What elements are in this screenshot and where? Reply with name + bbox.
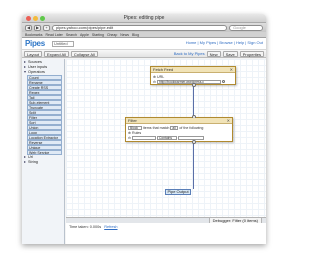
bookmark-item[interactable]: Cheap bbox=[107, 32, 117, 37]
input-port[interactable] bbox=[222, 80, 226, 83]
back-icon[interactable]: ◀ bbox=[25, 24, 32, 31]
module-header[interactable]: Filter ✕ bbox=[126, 118, 232, 124]
top-nav-links[interactable]: Home | My Pipes | Browse | Help | Sign O… bbox=[186, 40, 263, 45]
pipe-output-module[interactable]: Pipe Output bbox=[165, 189, 191, 195]
editor-area: ▸ Sources ▸ User inputs ▾ Operators Count R… bbox=[22, 59, 266, 244]
filter-module[interactable]: Filter ✕ Block items that match all of t… bbox=[125, 115, 233, 144]
expand-all-button[interactable]: Expand All bbox=[44, 50, 69, 57]
bookmark-item[interactable]: Starting bbox=[92, 32, 104, 37]
category-string[interactable]: ▸ String bbox=[22, 160, 64, 165]
forward-icon[interactable]: ▶ bbox=[34, 24, 41, 31]
properties-button[interactable]: Properties bbox=[239, 50, 264, 57]
save-button[interactable]: Save bbox=[222, 50, 238, 57]
close-icon[interactable]: ✕ bbox=[230, 67, 233, 72]
bookmark-item[interactable]: Apple bbox=[80, 32, 89, 37]
rule-value-input[interactable] bbox=[178, 135, 205, 140]
remove-field-icon[interactable]: ⊖ bbox=[153, 80, 156, 84]
rule-field-input[interactable] bbox=[132, 135, 157, 140]
add-field-icon[interactable]: ⊕ bbox=[153, 75, 156, 79]
module-title: Fetch Feed bbox=[153, 67, 174, 72]
output-port[interactable] bbox=[192, 140, 196, 144]
filter-mode-select[interactable]: Block bbox=[128, 125, 142, 130]
browser-window: Pipes: editing pipe ◀ ▶ + pipes.yahoo.co… bbox=[22, 14, 266, 244]
filter-items-text: items that match bbox=[143, 125, 170, 130]
add-bookmark-icon[interactable]: + bbox=[43, 24, 50, 31]
time-taken-text: Time taken: 0.000s bbox=[69, 225, 102, 229]
refresh-link[interactable]: Refresh bbox=[104, 225, 117, 229]
add-rule-icon[interactable]: ⊕ bbox=[128, 131, 131, 135]
pipe-title-input[interactable]: Untitled bbox=[52, 41, 74, 47]
layout-button[interactable]: Layout bbox=[24, 50, 43, 57]
url-label: URL bbox=[157, 74, 165, 79]
output-port[interactable] bbox=[192, 83, 196, 87]
feed-url-input[interactable]: http://bookwarmer.wordpress.c bbox=[157, 79, 222, 84]
rule-operator-select[interactable]: Contains bbox=[157, 135, 178, 140]
fetch-feed-module[interactable]: Fetch Feed ✕ ⊕ URL ⊖ http://bookwarmer.w… bbox=[150, 66, 236, 87]
search-field[interactable]: Google bbox=[229, 24, 263, 31]
remove-rule-icon[interactable]: ⊖ bbox=[128, 136, 131, 140]
back-to-my-pipes-link[interactable]: Back to My Pipes bbox=[174, 51, 205, 56]
connection-wire bbox=[193, 85, 194, 116]
window-title: Pipes: editing pipe bbox=[123, 15, 165, 21]
bookmark-item[interactable]: Read Later bbox=[46, 32, 63, 37]
pipe-canvas[interactable]: Fetch Feed ✕ ⊕ URL ⊖ http://bookwarmer.w… bbox=[66, 59, 266, 217]
bookmark-item[interactable]: News bbox=[120, 32, 129, 37]
bookmark-item[interactable]: Search bbox=[66, 32, 77, 37]
debugger-panel: Time taken: 0.000s Refresh bbox=[66, 223, 266, 244]
rules-label: Rules bbox=[132, 130, 142, 135]
title-bar: Pipes: editing pipe bbox=[22, 14, 266, 23]
bookmark-item[interactable]: Bookmarks bbox=[25, 32, 43, 37]
filter-tail-text: of the following bbox=[179, 125, 204, 130]
editor-toolbar: Layout Expand All Collapse All Back to M… bbox=[22, 50, 266, 58]
bookmark-item[interactable]: Blog bbox=[132, 32, 139, 37]
pipes-logo[interactable]: Pipes bbox=[25, 39, 45, 48]
module-library: ▸ Sources ▸ User inputs ▾ Operators Count R… bbox=[22, 59, 65, 244]
pipes-header: Pipes Untitled Home | My Pipes | Browse … bbox=[22, 38, 266, 50]
module-title: Filter bbox=[128, 118, 137, 123]
filter-match-select[interactable]: all bbox=[170, 125, 179, 130]
collapse-all-button[interactable]: Collapse All bbox=[70, 50, 98, 57]
close-icon[interactable]: ✕ bbox=[227, 118, 230, 123]
connection-wire bbox=[193, 142, 194, 189]
address-bar: ◀ ▶ + pipes.yahoo.com/pipes/pipe.edit Go… bbox=[22, 23, 266, 32]
new-button[interactable]: New bbox=[206, 50, 221, 57]
module-header[interactable]: Fetch Feed ✕ bbox=[151, 67, 235, 73]
url-field[interactable]: pipes.yahoo.com/pipes/pipe.edit bbox=[52, 24, 227, 31]
